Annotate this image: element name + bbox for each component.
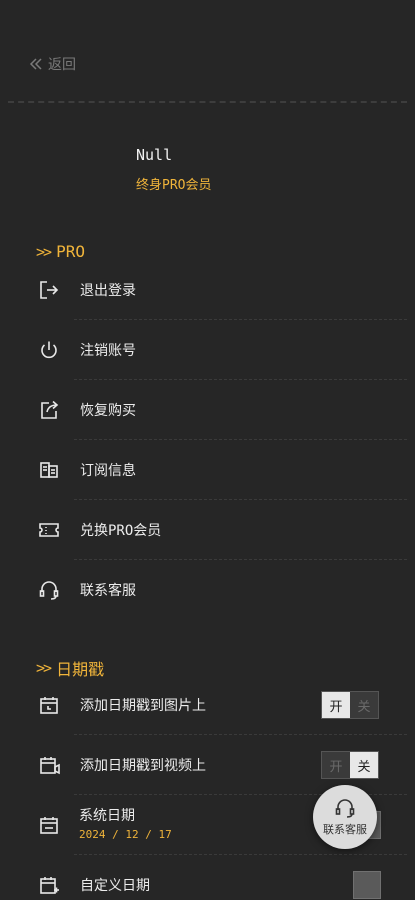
subscription-info-row[interactable]: 订阅信息 [0, 440, 415, 500]
restore-purchase-row[interactable]: 恢复购买 [0, 380, 415, 440]
section-title-pro: >> PRO [36, 242, 85, 261]
double-chevron-left-icon [29, 58, 42, 70]
photo-stamp-toggle[interactable]: 开 关 [321, 691, 379, 719]
toggle-on-option[interactable]: 开 [322, 692, 350, 718]
fab-label: 联系客服 [323, 823, 367, 836]
back-button[interactable]: 返回 [28, 54, 76, 74]
headset-icon [38, 579, 60, 601]
video-stamp-label: 添加日期戳到视频上 [80, 758, 206, 774]
double-chevron-right-icon: >> [36, 242, 52, 261]
user-name: Null [136, 146, 173, 164]
restore-icon [38, 399, 60, 421]
calendar-photo-icon [38, 694, 60, 716]
power-icon [38, 339, 60, 361]
subscription-info-label: 订阅信息 [80, 463, 136, 479]
custom-date-checkbox[interactable] [353, 871, 381, 899]
calendar-add-icon [38, 874, 60, 896]
ticket-icon [38, 519, 60, 541]
system-date-value: 2024 / 12 / 17 [79, 828, 172, 841]
custom-date-row[interactable]: 自定义日期 [0, 855, 415, 900]
redeem-pro-label: 兑换PRO会员 [80, 523, 162, 539]
delete-account-row[interactable]: 注销账号 [0, 320, 415, 380]
toggle-off-option[interactable]: 关 [350, 692, 378, 718]
membership-tier: 终身PRO会员 [136, 178, 212, 193]
calendar-video-icon [38, 754, 60, 776]
logout-row[interactable]: 退出登录 [0, 260, 415, 320]
back-label: 返回 [48, 57, 76, 73]
video-stamp-toggle[interactable]: 开 关 [321, 751, 379, 779]
contact-support-label: 联系客服 [80, 583, 136, 599]
system-date-label: 系统日期 [79, 808, 135, 824]
logout-label: 退出登录 [80, 283, 136, 299]
contact-support-row[interactable]: 联系客服 [0, 560, 415, 620]
toggle-on-option[interactable]: 开 [322, 752, 350, 778]
redeem-pro-row[interactable]: 兑换PRO会员 [0, 500, 415, 560]
delete-account-label: 注销账号 [80, 343, 136, 359]
photo-stamp-row: 添加日期戳到图片上 开 关 [0, 675, 415, 735]
toggle-off-option[interactable]: 关 [350, 752, 378, 778]
header-divider [8, 101, 407, 103]
logout-icon [38, 279, 60, 301]
section-title-pro-label: PRO [56, 242, 85, 261]
headset-icon [335, 799, 355, 818]
subscription-icon [38, 459, 60, 481]
calendar-icon [38, 814, 60, 836]
restore-purchase-label: 恢复购买 [80, 403, 136, 419]
contact-support-fab[interactable]: 联系客服 [313, 785, 377, 849]
photo-stamp-label: 添加日期戳到图片上 [80, 698, 206, 714]
custom-date-label: 自定义日期 [80, 878, 150, 894]
